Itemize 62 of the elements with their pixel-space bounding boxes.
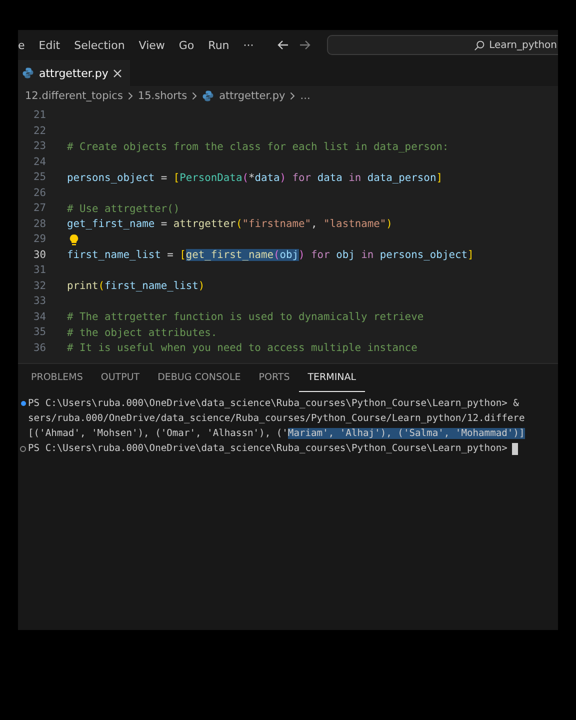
menu-item[interactable]: Edit bbox=[32, 38, 68, 52]
line-number: 26 bbox=[32, 186, 46, 201]
search-icon bbox=[474, 40, 486, 50]
line-number: 27 bbox=[32, 201, 46, 216]
line-number: 21 bbox=[32, 108, 46, 124]
line-number: 31 bbox=[32, 263, 46, 278]
line-number: 22 bbox=[32, 124, 46, 139]
panel-tab[interactable]: DEBUG CONSOLE bbox=[148, 364, 250, 392]
line-number: 25 bbox=[32, 170, 46, 186]
code-text: # The attrgetter function is used to dynamically retrieve bbox=[67, 311, 424, 324]
panel-tab[interactable]: PORTS bbox=[250, 364, 299, 392]
search-field[interactable]: Learn_python bbox=[326, 35, 558, 55]
line-number: 29 bbox=[32, 232, 46, 248]
breadcrumb-item[interactable]: ... bbox=[300, 90, 310, 102]
back-arrow-icon[interactable] bbox=[276, 39, 289, 51]
terminal-text: Mariam', 'Alhaj'), ('Salma', 'Mohammad')] bbox=[288, 428, 525, 439]
line-number: 35 bbox=[32, 325, 46, 340]
terminal-text: sers/ruba.000/OneDrive/data_science/Ruba_courses/Python_Course/Learn_python/12.differe bbox=[28, 413, 525, 424]
code-text: # Create objects from the class for each list in data_person: bbox=[67, 140, 449, 153]
chevron-icon bbox=[192, 92, 198, 100]
panel-tab[interactable]: PROBLEMS bbox=[22, 364, 92, 392]
panel-tab[interactable]: TERMINAL bbox=[298, 364, 366, 392]
code-text: get_first_name(obj bbox=[186, 249, 299, 262]
line-number: 28 bbox=[32, 216, 46, 232]
terminal-text: [('Ahmad', 'Mohsen'), ('Omar', 'Alhassn'), (' bbox=[28, 428, 288, 439]
code-text: # Use attrgetter() bbox=[67, 202, 180, 215]
python-icon bbox=[22, 67, 34, 79]
breadcrumb-item[interactable]: 15.shorts bbox=[138, 90, 188, 102]
python-icon bbox=[202, 90, 214, 102]
panel-tab[interactable]: OUTPUT bbox=[92, 364, 149, 392]
line-number: 33 bbox=[32, 294, 46, 310]
code-text: get_first_name = attrgetter("firstname", "lastname") bbox=[67, 218, 392, 230]
line-number: 32 bbox=[32, 278, 46, 294]
menu-item[interactable]: Selection bbox=[67, 38, 132, 52]
terminal-text: PS C:\Users\ruba.000\OneDrive\data_science\Ruba_courses\Python_Course\Learn_python> & bbox=[28, 398, 519, 409]
chevron-icon bbox=[290, 92, 296, 100]
close-icon[interactable] bbox=[113, 68, 122, 78]
line-number: 34 bbox=[32, 310, 46, 325]
line-number: 23 bbox=[32, 139, 46, 154]
breadcrumb-item[interactable]: attrgetter.py bbox=[219, 90, 286, 102]
lightbulb-icon[interactable] bbox=[69, 234, 79, 246]
menu-item[interactable]: e bbox=[18, 38, 32, 52]
code-text: # It is useful when you need to access multiple instance bbox=[67, 342, 418, 354]
chevron-icon bbox=[128, 92, 133, 100]
line-number: 30 bbox=[32, 248, 46, 263]
code-text: first_name_list = [ bbox=[67, 249, 186, 262]
breadcrumb-item[interactable]: 12.different_topics bbox=[25, 90, 123, 102]
status-ring bbox=[20, 446, 26, 452]
code-text: ) for obj in persons_object] bbox=[298, 249, 474, 262]
code-text: print(first_name_list) bbox=[67, 280, 205, 292]
terminal-text: PS C:\Users\ruba.000\OneDrive\data_science\Ruba_courses\Python_Course\Learn_python> bbox=[28, 443, 508, 454]
line-number: 36 bbox=[32, 340, 46, 356]
code-text: # the object attributes. bbox=[67, 326, 218, 339]
menu-item[interactable]: Go bbox=[172, 38, 202, 52]
menu-item[interactable]: ··· bbox=[236, 38, 261, 52]
menu-item[interactable]: Run bbox=[201, 38, 236, 52]
line-number: 24 bbox=[32, 154, 46, 170]
file-tab[interactable]: attrgetter.py bbox=[18, 60, 130, 86]
menu-item[interactable]: View bbox=[132, 38, 172, 52]
status-dot bbox=[20, 401, 26, 406]
forward-arrow-icon[interactable] bbox=[298, 39, 311, 51]
code-text: persons_object = [PersonData(*data) for data in data_person] bbox=[67, 172, 442, 184]
